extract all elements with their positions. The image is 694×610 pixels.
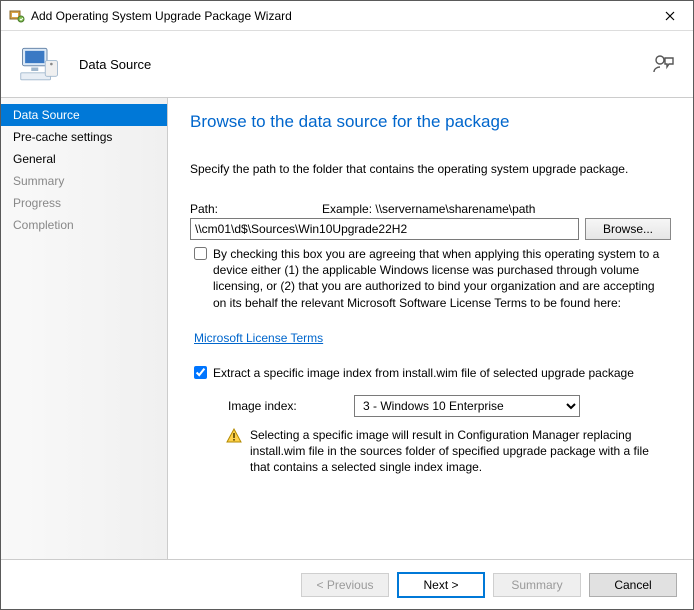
- page-title: Browse to the data source for the packag…: [190, 112, 671, 132]
- sidebar: Data Source Pre-cache settings General S…: [1, 98, 168, 559]
- body: Data Source Pre-cache settings General S…: [1, 98, 693, 559]
- sidebar-item-completion[interactable]: Completion: [1, 214, 167, 236]
- warning-icon: [226, 428, 242, 444]
- wizard-window: Add Operating System Upgrade Package Wiz…: [0, 0, 694, 610]
- cancel-button[interactable]: Cancel: [589, 573, 677, 597]
- agree-text: By checking this box you are agreeing th…: [213, 246, 671, 311]
- summary-button: Summary: [493, 573, 581, 597]
- license-link[interactable]: Microsoft License Terms: [194, 331, 323, 345]
- instruction-text: Specify the path to the folder that cont…: [190, 162, 671, 176]
- sidebar-item-progress[interactable]: Progress: [1, 192, 167, 214]
- browse-button[interactable]: Browse...: [585, 218, 671, 240]
- next-button[interactable]: Next >: [397, 572, 485, 598]
- path-input[interactable]: [190, 218, 579, 240]
- app-icon: [9, 8, 25, 24]
- footer: < Previous Next > Summary Cancel: [1, 559, 693, 609]
- titlebar: Add Operating System Upgrade Package Wiz…: [1, 1, 693, 31]
- sidebar-item-label: Data Source: [13, 108, 80, 122]
- sidebar-item-label: Completion: [13, 218, 74, 232]
- content: Browse to the data source for the packag…: [168, 98, 693, 559]
- sidebar-item-general[interactable]: General: [1, 148, 167, 170]
- header: Data Source: [1, 31, 693, 98]
- warning-text: Selecting a specific image will result i…: [250, 427, 671, 476]
- path-example: Example: \\servername\sharename\path: [322, 202, 535, 216]
- previous-button: < Previous: [301, 573, 389, 597]
- feedback-icon[interactable]: [651, 52, 675, 76]
- image-index-select[interactable]: 3 - Windows 10 Enterprise: [354, 395, 580, 417]
- sidebar-item-label: Pre-cache settings: [13, 130, 112, 144]
- sidebar-item-pre-cache[interactable]: Pre-cache settings: [1, 126, 167, 148]
- window-title: Add Operating System Upgrade Package Wiz…: [31, 9, 647, 23]
- sidebar-item-label: General: [13, 152, 56, 166]
- sidebar-item-summary[interactable]: Summary: [1, 170, 167, 192]
- header-title: Data Source: [79, 57, 651, 72]
- extract-checkbox[interactable]: [194, 366, 207, 379]
- sidebar-item-label: Summary: [13, 174, 64, 188]
- path-label: Path:: [190, 202, 322, 216]
- close-button[interactable]: [647, 1, 693, 31]
- sidebar-item-label: Progress: [13, 196, 61, 210]
- agree-checkbox[interactable]: [194, 247, 207, 260]
- sidebar-item-data-source[interactable]: Data Source: [1, 104, 167, 126]
- computer-icon: [19, 43, 61, 85]
- image-index-label: Image index:: [228, 399, 354, 413]
- extract-text: Extract a specific image index from inst…: [213, 365, 634, 381]
